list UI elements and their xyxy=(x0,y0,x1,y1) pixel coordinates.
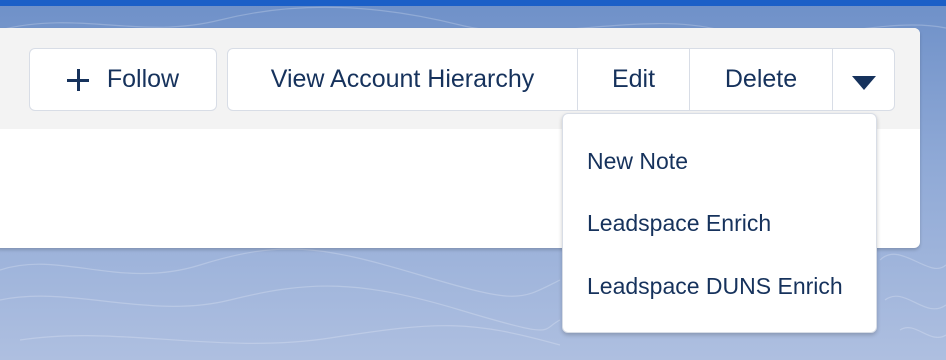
record-actions-button-group: View Account Hierarchy Edit Delete xyxy=(227,48,895,111)
view-account-hierarchy-label: View Account Hierarchy xyxy=(270,65,535,93)
more-actions-dropdown-menu: New Note Leadspace Enrich Leadspace DUNS… xyxy=(562,113,877,333)
plus-icon xyxy=(66,68,89,91)
edit-label: Edit xyxy=(611,65,656,93)
menu-item-leadspace-duns-enrich[interactable]: Leadspace DUNS Enrich xyxy=(587,273,843,300)
view-account-hierarchy-button[interactable]: View Account Hierarchy xyxy=(228,49,578,110)
menu-item-leadspace-enrich[interactable]: Leadspace Enrich xyxy=(587,210,771,237)
delete-button[interactable]: Delete xyxy=(690,49,833,110)
menu-item-new-note[interactable]: New Note xyxy=(587,148,688,175)
chevron-down-icon xyxy=(851,75,876,90)
edit-button[interactable]: Edit xyxy=(578,49,690,110)
more-actions-button[interactable] xyxy=(833,49,894,110)
delete-label: Delete xyxy=(724,65,798,93)
follow-label: Follow xyxy=(106,65,180,93)
follow-button[interactable]: Follow xyxy=(29,48,217,111)
